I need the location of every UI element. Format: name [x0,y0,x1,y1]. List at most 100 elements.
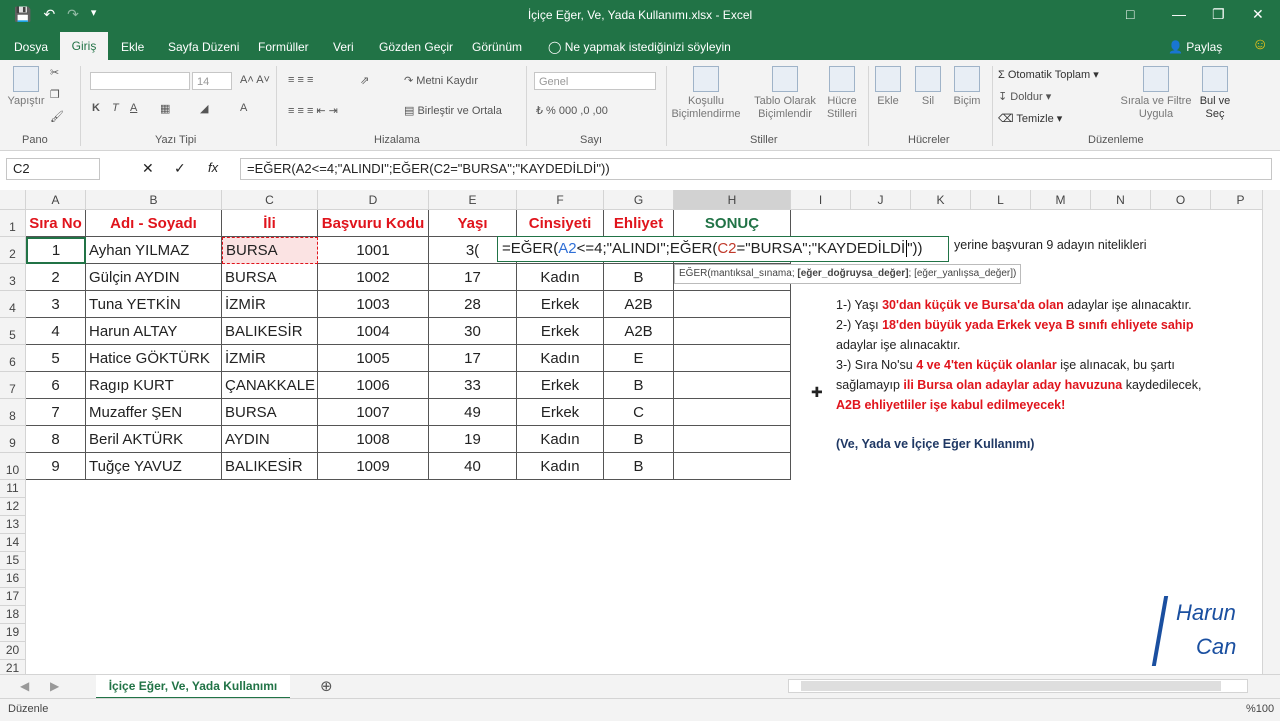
col-header-G[interactable]: G [604,190,674,210]
data-cell[interactable]: B [604,372,674,399]
cut-icon[interactable]: ✂ [50,66,59,79]
data-cell[interactable]: Kadın [517,345,604,372]
tab-gorunum[interactable]: Görünüm [472,40,522,54]
col-header-C[interactable]: C [222,190,318,210]
data-cell[interactable]: Erkek [517,399,604,426]
row-header-7[interactable]: 7 [0,372,26,399]
bold-button[interactable]: K [92,102,100,114]
data-cell[interactable]: B [604,426,674,453]
row-header-4[interactable]: 4 [0,291,26,318]
cell-styles-button[interactable]: Hücre Stilleri [820,66,864,121]
result-cell[interactable] [674,318,791,345]
data-cell[interactable]: İZMİR [222,345,318,372]
data-cell[interactable]: E [604,345,674,372]
tab-ekle[interactable]: Ekle [121,40,144,54]
close-icon[interactable]: ✕ [1252,6,1264,23]
minimize-icon[interactable]: — [1172,6,1186,22]
tell-me-search[interactable]: ◯ Ne yapmak istediğinizi söyleyin [548,40,731,54]
vertical-scrollbar[interactable] [1262,190,1280,674]
data-cell[interactable]: Erkek [517,291,604,318]
col-header-K[interactable]: K [911,190,971,210]
data-cell[interactable]: 28 [429,291,517,318]
zoom-level[interactable]: %100 [1246,703,1274,715]
data-cell[interactable]: 40 [429,453,517,480]
format-painter-icon[interactable]: 🖌 [50,110,64,123]
data-cell[interactable]: 8 [26,426,86,453]
name-box[interactable]: C2 [6,158,100,180]
borders-icon[interactable]: ▦ [160,102,170,115]
clear-button[interactable]: ⌫ Temizle ▾ [998,112,1062,125]
font-color-icon[interactable]: A [240,102,247,114]
row-header-1[interactable]: 1 [0,210,26,237]
data-cell[interactable]: Ragıp KURT [86,372,222,399]
data-cell[interactable]: Ayhan YILMAZ [86,237,222,264]
data-cell[interactable]: Hatice GÖKTÜRK [86,345,222,372]
next-sheet-icon[interactable]: ▶ [50,679,59,693]
data-cell[interactable]: C [604,399,674,426]
data-cell[interactable]: Kadın [517,264,604,291]
row-header-20[interactable]: 20 [0,642,26,660]
data-cell[interactable]: 2 [26,264,86,291]
grow-font-icon[interactable]: A˄ A˅ [240,74,270,86]
fill-color-icon[interactable]: ◢ [200,102,208,115]
data-cell[interactable]: B [604,453,674,480]
find-select-button[interactable]: Bul ve Seç [1194,66,1236,121]
data-cell[interactable]: ÇANAKKALE [222,372,318,399]
data-cell[interactable]: 49 [429,399,517,426]
row-header-10[interactable]: 10 [0,453,26,480]
data-cell[interactable]: 7 [26,399,86,426]
row-header-11[interactable]: 11 [0,480,26,498]
row-header-8[interactable]: 8 [0,399,26,426]
prev-sheet-icon[interactable]: ◀ [20,679,29,693]
sort-filter-button[interactable]: Sırala ve Filtre Uygula [1120,66,1192,121]
row-header-18[interactable]: 18 [0,606,26,624]
row-header-12[interactable]: 12 [0,498,26,516]
tab-gozden-gecir[interactable]: Gözden Geçir [379,40,453,54]
data-cell[interactable]: 19 [429,426,517,453]
data-cell[interactable]: Muzaffer ŞEN [86,399,222,426]
tab-formuller[interactable]: Formüller [258,40,309,54]
col-header-O[interactable]: O [1151,190,1211,210]
data-cell[interactable]: 1005 [318,345,429,372]
data-cell[interactable]: 1 [26,237,86,264]
wrap-text-button[interactable]: ↷ Metni Kaydır [404,74,478,87]
col-header-J[interactable]: J [851,190,911,210]
row-header-5[interactable]: 5 [0,318,26,345]
insert-cells-button[interactable]: Ekle [870,66,906,108]
row-header-13[interactable]: 13 [0,516,26,534]
scroll-thumb[interactable] [801,681,1221,691]
spreadsheet-grid[interactable]: A B C D E F G H I J K L M N O P 1 2 3 4 5 6 7 8 9 10 11 12 13 14 15 16 1… [0,190,1271,678]
data-cell[interactable]: 30 [429,318,517,345]
data-cell[interactable]: 1009 [318,453,429,480]
data-cell[interactable]: Erkek [517,318,604,345]
align-left-icon[interactable]: ≡ ≡ ≡ ⇤ ⇥ [288,104,338,117]
col-header-L[interactable]: L [971,190,1031,210]
data-cell[interactable]: BALIKESİR [222,318,318,345]
data-cell[interactable]: 3 [26,291,86,318]
paste-button[interactable]: Yapıştır [6,66,46,108]
number-format-combo[interactable]: Genel [534,72,656,90]
row-header-15[interactable]: 15 [0,552,26,570]
result-cell[interactable] [674,291,791,318]
data-cell[interactable]: AYDIN [222,426,318,453]
data-cell[interactable]: B [604,264,674,291]
cell-edit-box[interactable]: =EĞER(A2<=4;"ALINDI";EĞER(C2="BURSA";"KA… [497,236,949,262]
conditional-format-button[interactable]: Koşullu Biçimlendirme [666,66,746,121]
data-cell[interactable]: 1003 [318,291,429,318]
cancel-icon[interactable]: ✕ [142,160,154,177]
data-cell[interactable]: 33 [429,372,517,399]
data-cell[interactable]: Harun ALTAY [86,318,222,345]
data-cell[interactable]: Beril AKTÜRK [86,426,222,453]
data-cell[interactable]: BURSA [222,264,318,291]
result-cell[interactable] [674,372,791,399]
data-cell[interactable]: Kadın [517,453,604,480]
data-cell[interactable]: A2B [604,291,674,318]
currency-icon[interactable]: ₺ % 000 ,0 ,00 [536,104,608,117]
merge-center-button[interactable]: ▤ Birleştir ve Ortala [404,104,502,117]
row-header-14[interactable]: 14 [0,534,26,552]
smiley-icon[interactable]: ☺ [1252,36,1268,54]
font-size-combo[interactable]: 14 [192,72,232,90]
data-cell[interactable]: Kadın [517,426,604,453]
row-header-9[interactable]: 9 [0,426,26,453]
data-cell[interactable]: 5 [26,345,86,372]
